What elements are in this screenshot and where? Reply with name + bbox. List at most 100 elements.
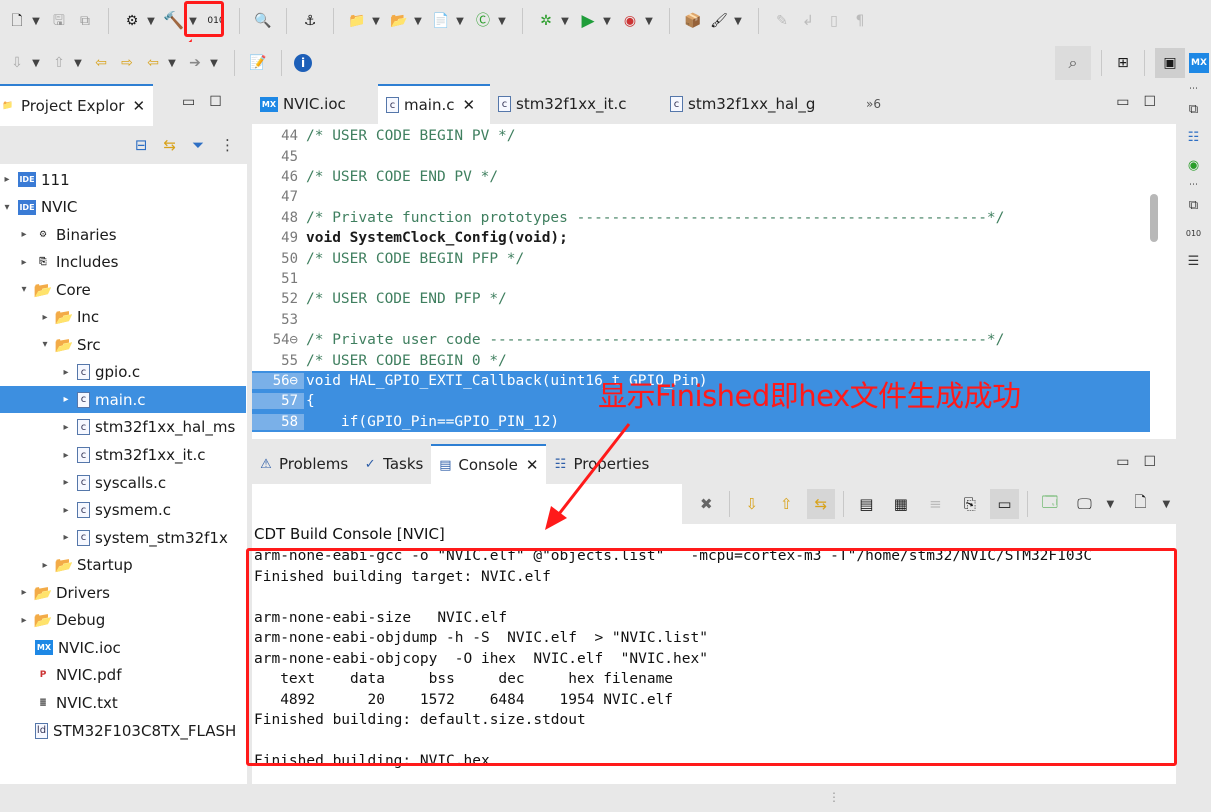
- filter-icon[interactable]: ⏷: [192, 136, 204, 154]
- tree-item[interactable]: ▾ 📂 Core: [0, 276, 246, 303]
- save-icon[interactable]: 🖫: [48, 10, 70, 32]
- open-perspective-icon[interactable]: ⊞: [1112, 52, 1134, 74]
- tree-item[interactable]: ▸ ⎘ Includes: [0, 249, 246, 276]
- minimize-icon[interactable]: ▭: [1116, 94, 1129, 110]
- collapsed-twisty-icon[interactable]: ▸: [59, 450, 73, 461]
- minimize-icon[interactable]: ▭: [182, 94, 195, 110]
- bottom-tab[interactable]: ✓ Tasks: [356, 444, 431, 484]
- collapsed-twisty-icon[interactable]: ▸: [17, 615, 31, 626]
- word-wrap-icon[interactable]: ↲: [797, 10, 819, 32]
- new-source-icon[interactable]: 📄: [430, 10, 452, 32]
- restore-2-icon[interactable]: ⧉: [1183, 194, 1205, 216]
- search-icon[interactable]: ⌕: [1055, 46, 1091, 80]
- target-icon[interactable]: ◉: [1183, 154, 1205, 176]
- tree-item[interactable]: P NVIC.pdf: [0, 662, 246, 689]
- collapsed-twisty-icon[interactable]: ▸: [59, 367, 73, 378]
- tree-item[interactable]: MX NVIC.ioc: [0, 634, 246, 661]
- bottom-tab[interactable]: ▤ Console ✕: [431, 444, 547, 484]
- close-icon[interactable]: ✕: [132, 97, 145, 115]
- bottom-tab[interactable]: ⚠ Problems: [252, 444, 356, 484]
- tree-item[interactable]: ▸ 📂 Startup: [0, 552, 246, 579]
- prev-error-icon[interactable]: ⇧: [772, 489, 801, 519]
- open-type-icon[interactable]: 📦: [682, 10, 704, 32]
- expanded-twisty-icon[interactable]: ▾: [17, 284, 31, 295]
- toggle-icon[interactable]: ⚓: [299, 10, 321, 32]
- collapsed-twisty-icon[interactable]: ▸: [59, 505, 73, 516]
- tree-item[interactable]: ▸ ⚙ Binaries: [0, 221, 246, 248]
- editor-tab[interactable]: c stm32f1xx_it.c: [490, 84, 662, 124]
- new-console-icon[interactable]: 🗔: [1036, 489, 1065, 519]
- collapsed-twisty-icon[interactable]: ▸: [17, 257, 31, 268]
- cpp-perspective-icon[interactable]: ▣: [1155, 48, 1185, 78]
- collapsed-twisty-icon[interactable]: ▸: [59, 422, 73, 433]
- scroll-lock-icon[interactable]: ▦: [887, 489, 916, 519]
- run-icon[interactable]: ▶: [577, 10, 599, 32]
- link-editor-icon[interactable]: ⇆: [163, 136, 176, 154]
- next-error-icon[interactable]: ⇩: [737, 489, 766, 519]
- expanded-twisty-icon[interactable]: ▾: [0, 202, 14, 213]
- expanded-twisty-icon[interactable]: ▾: [38, 339, 52, 350]
- whitespace-icon[interactable]: ¶: [849, 10, 871, 32]
- prev-annotation-icon[interactable]: ⇧: [48, 52, 70, 74]
- tab-overflow-button[interactable]: »6: [866, 97, 881, 111]
- search-debug-icon[interactable]: 🔍: [252, 10, 274, 32]
- new-dropdown[interactable]: ▼: [30, 16, 42, 27]
- external-tools-icon[interactable]: ◉: [619, 10, 641, 32]
- tree-item[interactable]: ▸ c gpio.c: [0, 359, 246, 386]
- maximize-icon[interactable]: ☐: [209, 94, 222, 110]
- collapsed-twisty-icon[interactable]: ▸: [17, 587, 31, 598]
- debug-icon[interactable]: ✲: [535, 10, 557, 32]
- tree-item[interactable]: ▸ c stm32f1xx_it.c: [0, 442, 246, 469]
- close-tab-icon[interactable]: ✕: [463, 96, 476, 114]
- build-hammer-icon[interactable]: 🔨: [163, 10, 185, 32]
- outline-icon[interactable]: ☷: [1183, 126, 1205, 148]
- editor-scrollbar[interactable]: [1150, 194, 1158, 242]
- terminate-icon[interactable]: ✖: [692, 489, 721, 519]
- block-select-icon[interactable]: ▯: [823, 10, 845, 32]
- paint-icon[interactable]: 🖌: [708, 10, 730, 32]
- view-menu-icon[interactable]: ⋮: [220, 136, 235, 154]
- forward-icon[interactable]: ➔: [184, 52, 206, 74]
- minimize-icon[interactable]: ▭: [1116, 454, 1129, 470]
- tab-project-explorer[interactable]: 📁 Project Explor ✕: [0, 84, 154, 126]
- tree-item[interactable]: ▸ c main.c: [0, 386, 246, 414]
- edit-icon[interactable]: 📝: [247, 52, 269, 74]
- open-console-icon[interactable]: 🗋: [1126, 489, 1155, 519]
- tree-item[interactable]: ≣ NVIC.txt: [0, 689, 246, 716]
- tree-item[interactable]: ▸ 📂 Inc: [0, 304, 246, 331]
- stack-analyzer-icon[interactable]: ☰: [1183, 250, 1205, 272]
- new-class-icon[interactable]: Ⓒ: [472, 10, 494, 32]
- collapsed-twisty-icon[interactable]: ▸: [38, 560, 52, 571]
- editor-tab[interactable]: c main.c ✕: [378, 84, 490, 124]
- editor-tab[interactable]: c stm32f1xx_hal_g: [662, 84, 862, 124]
- new-icon[interactable]: 🗋: [6, 10, 28, 32]
- collapsed-twisty-icon[interactable]: ▸: [59, 532, 73, 543]
- pin-console-icon[interactable]: ▭: [990, 489, 1019, 519]
- collapsed-twisty-icon[interactable]: ▸: [0, 174, 14, 185]
- clear-console-icon[interactable]: ▤: [852, 489, 881, 519]
- editor-tab[interactable]: MX NVIC.ioc: [252, 84, 378, 124]
- collapsed-twisty-icon[interactable]: ▸: [17, 229, 31, 240]
- forward-edit-icon[interactable]: ⇨: [116, 52, 138, 74]
- new-folder-icon[interactable]: 📂: [388, 10, 410, 32]
- tree-item[interactable]: ▸ c sysmem.c: [0, 497, 246, 524]
- build-analyzer-icon[interactable]: 010: [1183, 222, 1205, 244]
- tree-item[interactable]: ▾ 📂 Src: [0, 331, 246, 358]
- collapsed-twisty-icon[interactable]: ▸: [59, 477, 73, 488]
- maximize-icon[interactable]: ☐: [1143, 94, 1156, 110]
- settings-icon[interactable]: ⚙: [121, 10, 143, 32]
- mx-perspective-icon[interactable]: MX: [1189, 53, 1209, 73]
- next-annotation-icon[interactable]: ⇩: [6, 52, 28, 74]
- tree-item[interactable]: ▾ IDE NVIC: [0, 194, 246, 221]
- back-icon[interactable]: ⇦: [142, 52, 164, 74]
- tree-item[interactable]: ▸ c system_stm32f1x: [0, 524, 246, 551]
- collapsed-twisty-icon[interactable]: ▸: [59, 394, 73, 405]
- link-console-icon[interactable]: ⇆: [806, 489, 836, 519]
- back-edit-icon[interactable]: ⇦: [90, 52, 112, 74]
- tree-item[interactable]: ▸ IDE 111: [0, 166, 246, 193]
- collapsed-twisty-icon[interactable]: ▸: [38, 312, 52, 323]
- restore-icon[interactable]: ⧉: [1183, 98, 1205, 120]
- maximize-icon[interactable]: ☐: [1143, 454, 1156, 470]
- info-icon[interactable]: i: [294, 54, 312, 72]
- display-console-icon[interactable]: 🖵: [1070, 489, 1099, 519]
